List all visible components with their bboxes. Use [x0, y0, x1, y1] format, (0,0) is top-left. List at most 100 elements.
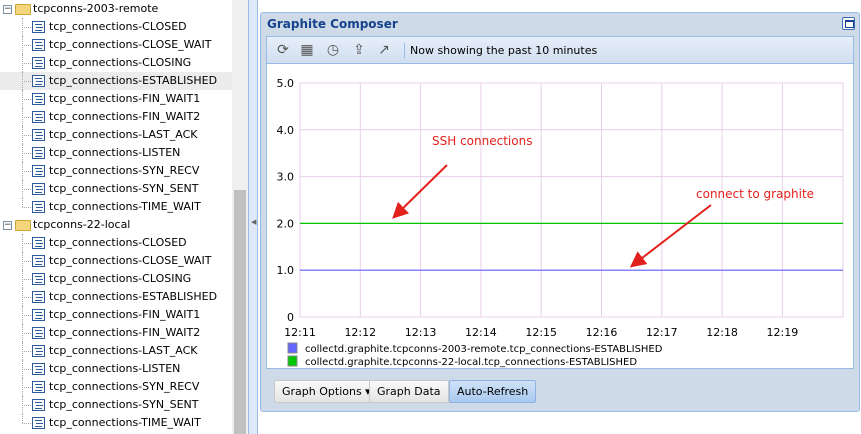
tree-leaf[interactable]: tcp_connections-SYN_RECV: [0, 162, 232, 180]
toolbar: ⟳ ▦ ◷ ⇪ ↗ Now showing the past 10 minute…: [267, 37, 853, 64]
tree-leaf[interactable]: tcp_connections-LAST_ACK: [0, 342, 232, 360]
tree-leaf[interactable]: tcp_connections-FIN_WAIT2: [0, 108, 232, 126]
tree-folder[interactable]: − tcpconns-22-local: [0, 216, 232, 234]
graph-options-label: Graph Options: [282, 385, 362, 398]
tree-leaf[interactable]: tcp_connections-SYN_SENT: [0, 180, 232, 198]
y-tick-label: 3.0: [277, 171, 295, 184]
tree-line: [22, 405, 31, 406]
graph-panel: ⟳ ▦ ◷ ⇪ ↗ Now showing the past 10 minute…: [266, 36, 854, 369]
metric-icon: [32, 273, 45, 285]
leaf-label: tcp_connections-SYN_SENT: [49, 398, 199, 411]
x-tick-label: 12:12: [344, 326, 376, 339]
tree-leaf[interactable]: tcp_connections-FIN_WAIT1: [0, 306, 232, 324]
y-tick-label: 1.0: [277, 264, 295, 277]
tree-line: [22, 333, 31, 334]
tree-folder[interactable]: − tcpconns-2003-remote: [0, 0, 232, 18]
tree-line: [22, 207, 31, 208]
toolbar-separator: [404, 43, 405, 58]
leaf-label: tcp_connections-SYN_RECV: [49, 164, 200, 177]
tree-leaf[interactable]: tcp_connections-CLOSE_WAIT: [0, 36, 232, 54]
scrollbar-thumb[interactable]: [234, 190, 246, 434]
leaf-label: tcp_connections-FIN_WAIT1: [49, 92, 201, 105]
metric-tree: − tcpconns-2003-remote tcp_connections-CLO…: [0, 0, 232, 434]
metric-icon: [32, 129, 45, 141]
metric-icon: [32, 201, 45, 213]
metric-icon: [32, 111, 45, 123]
x-tick-label: 12:15: [525, 326, 557, 339]
leaf-label: tcp_connections-SYN_RECV: [49, 380, 200, 393]
metric-icon: [32, 183, 45, 195]
y-tick-label: 4.0: [277, 124, 295, 137]
tree-line: [22, 297, 31, 298]
metric-icon: [32, 309, 45, 321]
tree-line: [22, 135, 31, 136]
tree-leaf[interactable]: tcp_connections-LISTEN: [0, 144, 232, 162]
leaf-label: tcp_connections-LAST_ACK: [49, 344, 198, 357]
tree-line: [22, 45, 31, 46]
tree-line: [22, 99, 31, 100]
tree-leaf[interactable]: tcp_connections-FIN_WAIT2: [0, 324, 232, 342]
upload-icon[interactable]: ⇪: [351, 42, 367, 58]
calendar-icon[interactable]: ▦: [299, 42, 315, 58]
leaf-label: tcp_connections-LAST_ACK: [49, 128, 198, 141]
tree-leaf[interactable]: tcp_connections-TIME_WAIT: [0, 198, 232, 216]
maximize-icon[interactable]: [842, 17, 855, 30]
leaf-label: tcp_connections-CLOSING: [49, 272, 192, 285]
time-range-text: Now showing the past 10 minutes: [410, 44, 598, 57]
tree-leaf[interactable]: tcp_connections-ESTABLISHED: [0, 72, 232, 90]
composer-area: Graphite Composer ⟳ ▦ ◷ ⇪ ↗ Now showing …: [258, 0, 861, 434]
legend-label: collectd.graphite.tcpconns-2003-remote.t…: [305, 344, 663, 355]
tree-leaf[interactable]: tcp_connections-CLOSED: [0, 18, 232, 36]
metric-icon: [32, 399, 45, 411]
tree-line: [22, 27, 31, 28]
share-icon[interactable]: ↗: [376, 42, 392, 58]
tree-leaf[interactable]: tcp_connections-CLOSING: [0, 54, 232, 72]
tree-leaf[interactable]: tcp_connections-TIME_WAIT: [0, 414, 232, 432]
leaf-label: tcp_connections-ESTABLISHED: [49, 74, 218, 87]
tree-line: [22, 279, 31, 280]
folder-label: tcpconns-22-local: [33, 218, 131, 231]
collapse-arrow-icon[interactable]: ◀: [251, 218, 256, 226]
leaf-label: tcp_connections-TIME_WAIT: [49, 416, 201, 429]
metric-icon: [32, 57, 45, 69]
leaf-label: tcp_connections-FIN_WAIT2: [49, 110, 201, 123]
tree-scrollbar[interactable]: [232, 0, 248, 434]
tree-leaf[interactable]: tcp_connections-LISTEN: [0, 360, 232, 378]
refresh-icon[interactable]: ⟳: [275, 42, 291, 58]
leaf-label: tcp_connections-CLOSE_WAIT: [49, 254, 212, 267]
tree-leaf[interactable]: tcp_connections-SYN_RECV: [0, 378, 232, 396]
collapse-icon[interactable]: −: [3, 221, 12, 230]
tree-leaf[interactable]: tcp_connections-LAST_ACK: [0, 126, 232, 144]
clock-icon[interactable]: ◷: [325, 42, 341, 58]
metric-icon: [32, 363, 45, 375]
graph-data-button[interactable]: Graph Data: [369, 380, 449, 403]
x-tick-label: 12:17: [646, 326, 678, 339]
leaf-label: tcp_connections-FIN_WAIT2: [49, 326, 201, 339]
x-tick-label: 12:18: [706, 326, 738, 339]
tree-leaf[interactable]: tcp_connections-CLOSED: [0, 234, 232, 252]
tree-leaf[interactable]: tcp_connections-CLOSING: [0, 270, 232, 288]
tree-leaf[interactable]: tcp_connections-SYN_SENT: [0, 396, 232, 414]
tree-leaf[interactable]: tcp_connections-FIN_WAIT1: [0, 90, 232, 108]
metric-icon: [32, 21, 45, 33]
metric-icon: [32, 345, 45, 357]
metric-icon: [32, 291, 45, 303]
tree-leaf[interactable]: tcp_connections-ESTABLISHED: [0, 288, 232, 306]
collapse-icon[interactable]: −: [3, 5, 12, 14]
tree-line: [22, 351, 31, 352]
metric-icon: [32, 237, 45, 249]
leaf-label: tcp_connections-CLOSING: [49, 56, 192, 69]
y-tick-label: 2.0: [277, 217, 295, 230]
panel-splitter[interactable]: ◀: [248, 0, 258, 434]
auto-refresh-button[interactable]: Auto-Refresh: [449, 380, 537, 403]
metric-icon: [32, 165, 45, 177]
legend-swatch: [287, 355, 298, 367]
tree-line: [22, 423, 31, 424]
x-tick-label: 12:16: [586, 326, 618, 339]
leaf-label: tcp_connections-TIME_WAIT: [49, 200, 201, 213]
leaf-label: tcp_connections-CLOSED: [49, 236, 187, 249]
leaf-label: tcp_connections-LISTEN: [49, 146, 181, 159]
tree-leaf[interactable]: tcp_connections-CLOSE_WAIT: [0, 252, 232, 270]
metric-icon: [32, 39, 45, 51]
graph-options-button[interactable]: Graph Options ▾: [274, 380, 379, 403]
